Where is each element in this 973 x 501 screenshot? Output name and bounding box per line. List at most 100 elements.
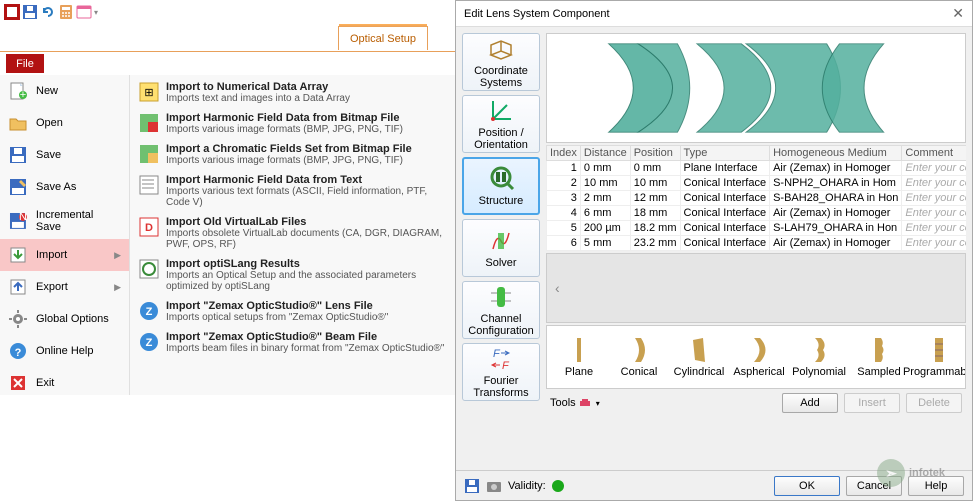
side-btn-solver[interactable]: Solver bbox=[462, 219, 540, 277]
table-row[interactable]: 10 mm0 mmPlane InterfaceAir (Zemax) in H… bbox=[547, 161, 967, 176]
menu-item-exit[interactable]: Exit bbox=[0, 367, 129, 399]
side-btn-coord[interactable]: Coordinate Systems bbox=[462, 33, 540, 91]
disk-save-icon[interactable] bbox=[464, 478, 480, 494]
import-item-title: Import optiSLang Results bbox=[166, 258, 447, 270]
palette-label: Aspherical bbox=[733, 366, 784, 378]
import-subitem[interactable]: Import Harmonic Field Data from TextImpo… bbox=[136, 172, 449, 210]
nav-back-icon[interactable]: ‹ bbox=[555, 280, 560, 296]
import-item-icon bbox=[138, 112, 160, 134]
app-logo-icon bbox=[4, 4, 20, 20]
side-btn-posori[interactable]: Position / Orientation bbox=[462, 95, 540, 153]
calculator-icon[interactable] bbox=[58, 4, 74, 20]
table-cell: 4 bbox=[547, 206, 581, 221]
palette-item-aspherical[interactable]: Aspherical bbox=[735, 336, 783, 378]
menu-item-help[interactable]: ? Online Help bbox=[0, 335, 129, 367]
structure-icon bbox=[487, 165, 515, 193]
table-header[interactable]: Homogeneous Medium bbox=[770, 146, 902, 161]
import-subitem[interactable]: Import a Chromatic Fields Set from Bitma… bbox=[136, 141, 449, 168]
help-button[interactable]: Help bbox=[908, 476, 964, 496]
palette-item-polynomial[interactable]: Polynomial bbox=[795, 336, 843, 378]
import-subitem[interactable]: ⊞Import to Numerical Data ArrayImports t… bbox=[136, 79, 449, 106]
lens-preview-canvas bbox=[546, 33, 966, 143]
palette-item-sampled[interactable]: Sampled bbox=[855, 336, 903, 378]
palette-item-programmable[interactable]: Programmable bbox=[915, 336, 963, 378]
table-header[interactable]: Type bbox=[680, 146, 770, 161]
menu-item-new[interactable]: +New bbox=[0, 75, 129, 107]
table-header[interactable]: Comment bbox=[902, 146, 966, 161]
import-item-desc: Imports beam files in binary format from… bbox=[166, 343, 444, 354]
qat-dropdown-icon[interactable]: ▾ bbox=[94, 8, 98, 17]
ribbon-tab-optical-setup[interactable]: Optical Setup bbox=[338, 26, 428, 50]
menu-item-export[interactable]: Export▶ bbox=[0, 271, 129, 303]
menu-item-globalopts[interactable]: Global Options bbox=[0, 303, 129, 335]
lens-shape-icon bbox=[749, 336, 769, 364]
menu-item-save[interactable]: Save bbox=[0, 139, 129, 171]
menu-item-saveas[interactable]: Save As bbox=[0, 171, 129, 203]
menu-item-incsave[interactable]: NIncremental Save bbox=[0, 203, 129, 239]
table-header[interactable]: Distance bbox=[580, 146, 630, 161]
table-row[interactable]: 5200 µm18.2 mmConical InterfaceS-LAH79_O… bbox=[547, 221, 967, 236]
lens-shape-icon bbox=[569, 336, 589, 364]
close-icon[interactable]: ✕ bbox=[952, 5, 964, 22]
table-row[interactable]: 210 mm10 mmConical InterfaceS-NPH2_OHARA… bbox=[547, 176, 967, 191]
table-cell: Plane Interface bbox=[680, 161, 770, 176]
ok-button[interactable]: OK bbox=[774, 476, 840, 496]
import-subitem[interactable]: ZImport "Zemax OpticStudio®" Lens FileIm… bbox=[136, 298, 449, 325]
palette-item-cylindrical[interactable]: Cylindrical bbox=[675, 336, 723, 378]
chancfg-icon bbox=[487, 283, 515, 311]
import-subitem[interactable]: ZImport "Zemax OpticStudio®" Beam FileIm… bbox=[136, 329, 449, 356]
table-cell: 0 mm bbox=[630, 161, 680, 176]
import-item-title: Import Harmonic Field Data from Bitmap F… bbox=[166, 112, 403, 124]
table-cell: Enter your comm bbox=[902, 206, 966, 221]
table-row[interactable]: 46 mm18 mmConical InterfaceAir (Zemax) i… bbox=[547, 206, 967, 221]
table-cell: 2 bbox=[547, 176, 581, 191]
table-cell: 6 mm bbox=[580, 206, 630, 221]
table-cell: Conical Interface bbox=[680, 221, 770, 236]
table-cell: 1 bbox=[547, 161, 581, 176]
interfaces-table[interactable]: IndexDistancePositionTypeHomogeneous Med… bbox=[546, 145, 966, 251]
import-subitem[interactable]: DImport Old VirtualLab FilesImports obso… bbox=[136, 214, 449, 252]
edit-lens-dialog: Edit Lens System Component ✕ Coordinate … bbox=[455, 0, 973, 501]
table-header[interactable]: Position bbox=[630, 146, 680, 161]
table-cell: 18 mm bbox=[630, 206, 680, 221]
file-tab-button[interactable]: File bbox=[6, 54, 44, 73]
snapshot-icon[interactable] bbox=[486, 478, 502, 494]
table-cell: 2 mm bbox=[580, 191, 630, 206]
tools-icon bbox=[579, 397, 593, 409]
svg-text:F: F bbox=[493, 348, 501, 360]
menu-item-open[interactable]: Open bbox=[0, 107, 129, 139]
table-cell: 10 mm bbox=[580, 176, 630, 191]
palette-item-plane[interactable]: Plane bbox=[555, 336, 603, 378]
table-row[interactable]: 65 mm23.2 mmConical InterfaceAir (Zemax)… bbox=[547, 236, 967, 251]
table-header[interactable]: Index bbox=[547, 146, 581, 161]
add-button[interactable]: Add bbox=[782, 393, 838, 413]
save-icon[interactable] bbox=[22, 4, 38, 20]
cancel-button[interactable]: Cancel bbox=[846, 476, 902, 496]
side-btn-fourier[interactable]: FFFourier Transforms bbox=[462, 343, 540, 401]
import-item-icon bbox=[138, 174, 160, 196]
import-subitem[interactable]: Import Harmonic Field Data from Bitmap F… bbox=[136, 110, 449, 137]
import-item-icon: D bbox=[138, 216, 160, 238]
undo-icon[interactable] bbox=[40, 4, 56, 20]
calendar-icon[interactable] bbox=[76, 4, 92, 20]
side-btn-chancfg[interactable]: Channel Configuration bbox=[462, 281, 540, 339]
import-subitem[interactable]: Import optiSLang ResultsImports an Optic… bbox=[136, 256, 449, 294]
menu-item-label: Open bbox=[36, 117, 63, 129]
side-btn-structure[interactable]: Structure bbox=[462, 157, 540, 215]
validity-ok-icon bbox=[552, 480, 564, 492]
new-icon: + bbox=[8, 81, 28, 101]
svg-text:+: + bbox=[20, 89, 26, 101]
svg-text:Z: Z bbox=[146, 306, 153, 318]
svg-text:Z: Z bbox=[146, 337, 153, 349]
table-cell: 5 mm bbox=[580, 236, 630, 251]
menu-item-import[interactable]: Import▶ bbox=[0, 239, 129, 271]
menu-item-label: Online Help bbox=[36, 345, 93, 357]
table-cell: Enter your comm bbox=[902, 236, 966, 251]
quick-access-toolbar: ▾ bbox=[0, 0, 455, 24]
help-icon: ? bbox=[8, 341, 28, 361]
incsave-icon: N bbox=[8, 211, 28, 231]
palette-item-conical[interactable]: Conical bbox=[615, 336, 663, 378]
dialog-title-text: Edit Lens System Component bbox=[464, 8, 610, 20]
tools-dropdown[interactable]: Tools ▾ bbox=[550, 397, 600, 409]
table-row[interactable]: 32 mm12 mmConical InterfaceS-BAH28_OHARA… bbox=[547, 191, 967, 206]
